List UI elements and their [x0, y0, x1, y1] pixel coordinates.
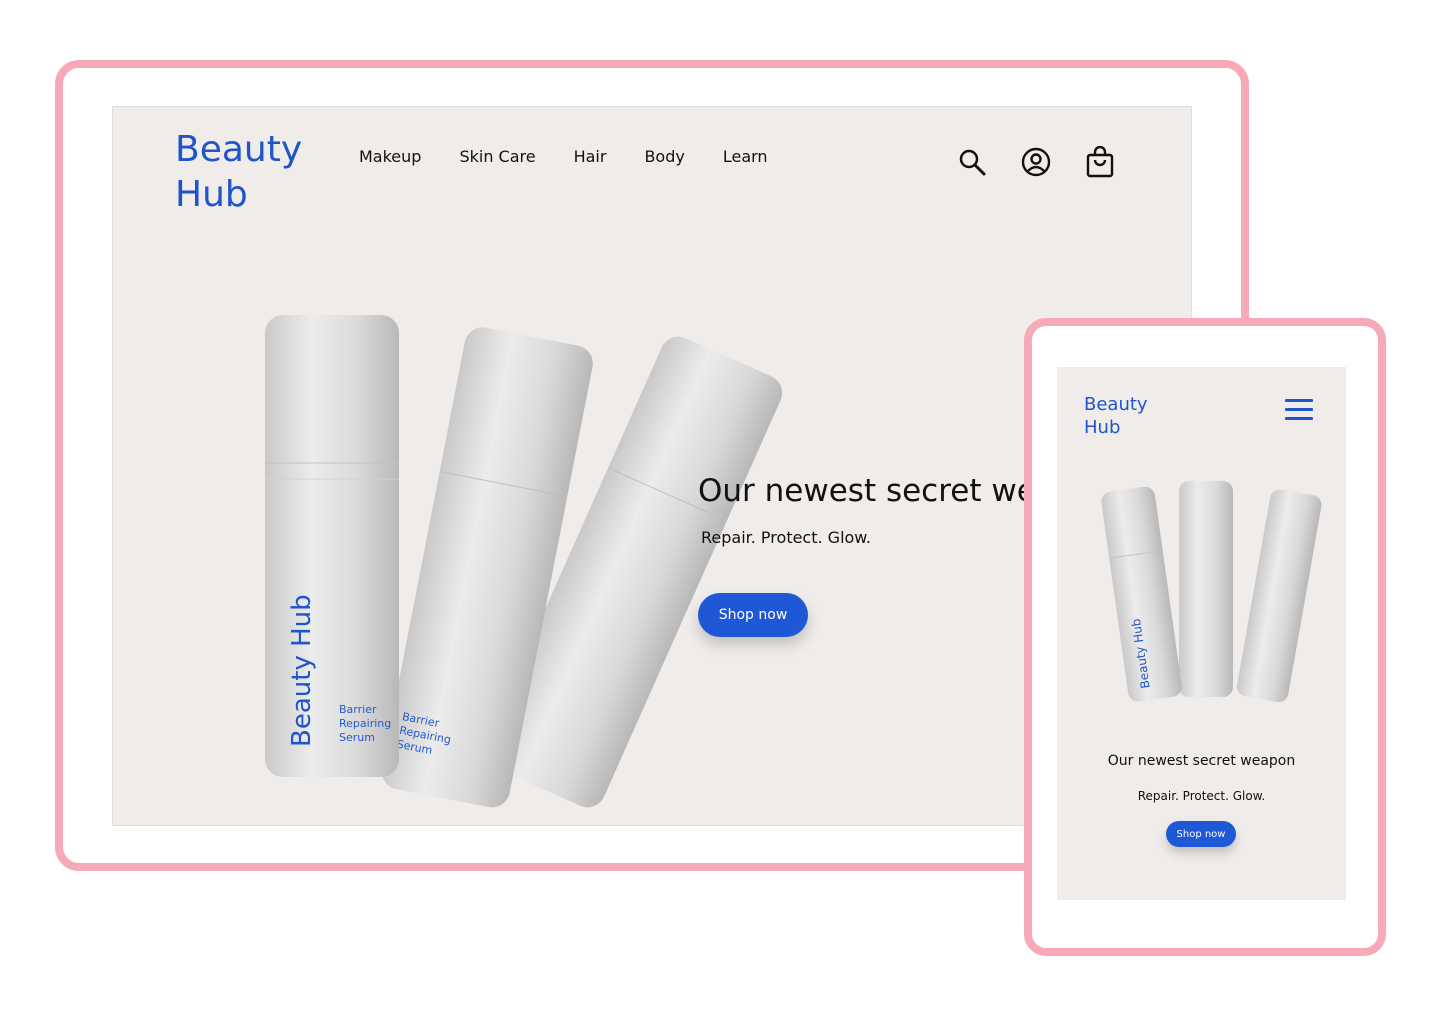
mobile-bottle-middle: [1179, 481, 1233, 697]
bottle-label-line2: Repairing: [339, 717, 391, 730]
mobile-bottle-back: [1236, 489, 1322, 703]
shop-now-button[interactable]: Shop now: [698, 593, 808, 637]
bottle-label-line1: Barrier: [339, 703, 377, 716]
bottle-label-line3: Serum: [339, 731, 375, 744]
hero-subtitle: Repair. Protect. Glow.: [701, 528, 872, 547]
mobile-hero-subtitle: Repair. Protect. Glow.: [1137, 789, 1266, 803]
mobile-bottle-front: Beauty Hub: [1101, 486, 1182, 702]
mobile-shop-now-button[interactable]: Shop now: [1166, 821, 1236, 847]
bottle-front: Beauty Hub Barrier Repairing Serum: [265, 315, 399, 777]
mobile-hero-title: Our newest secret weapon: [1107, 753, 1296, 769]
mobile-screen: Beauty Hub Beauty Hub Our newest secret …: [1057, 367, 1346, 900]
bottle-brand-text: Beauty Hub: [287, 594, 317, 747]
